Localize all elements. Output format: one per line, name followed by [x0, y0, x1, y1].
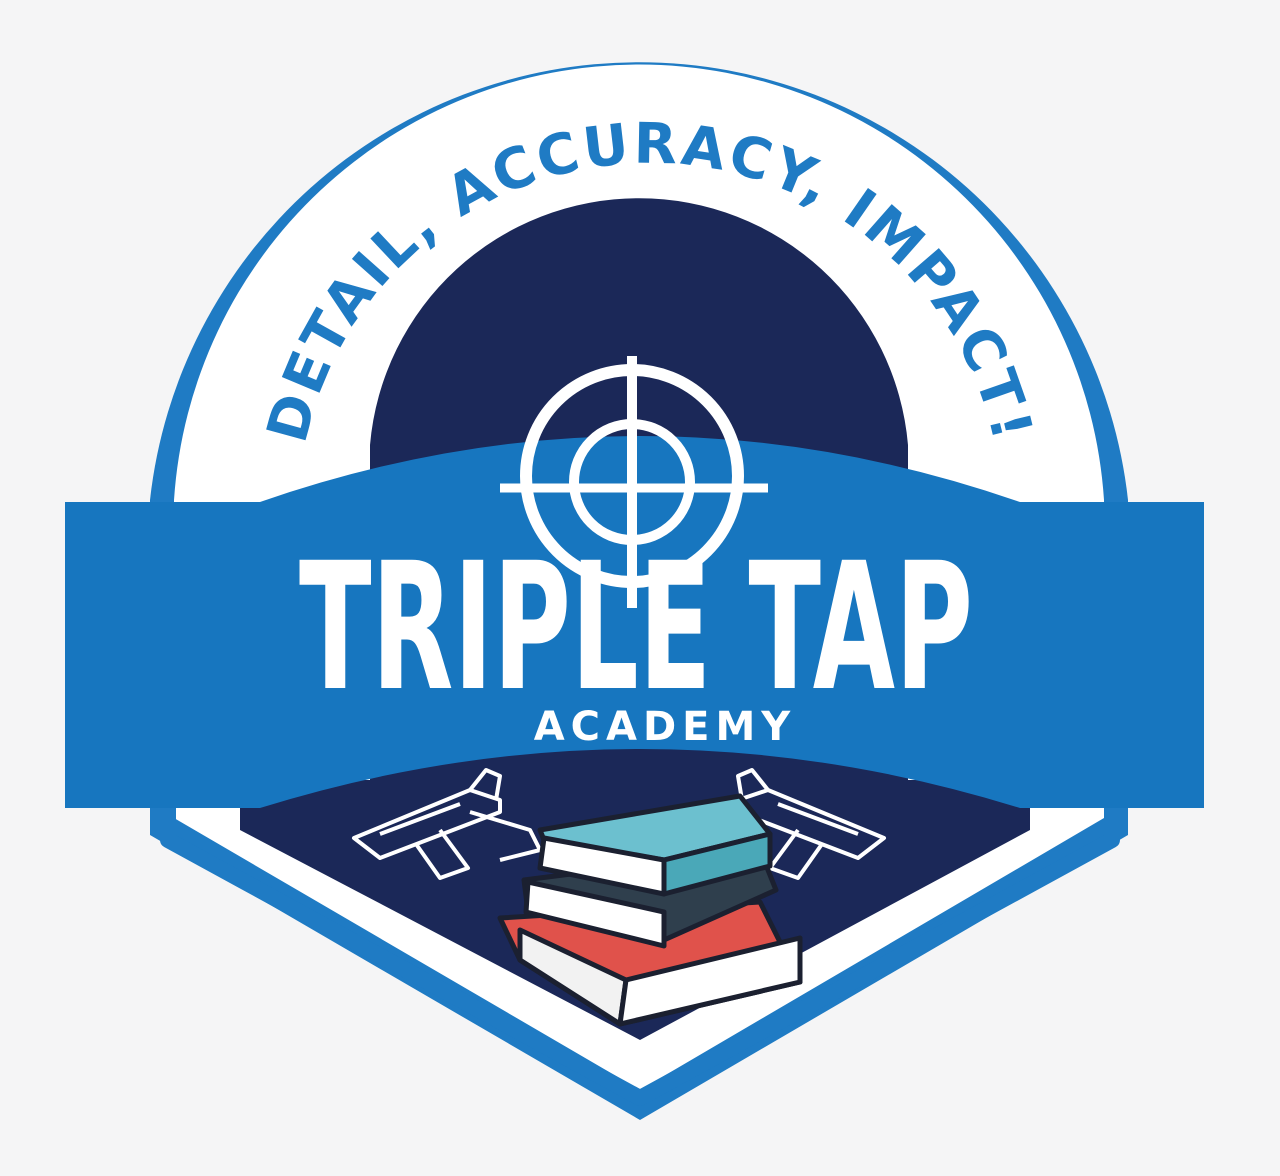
- logo-svg: DETAIL, ACCURACY, IMPACT! TRIPLE TAP ACA…: [65, 62, 1204, 1121]
- academy-subtitle: ACADEMY: [534, 704, 797, 750]
- academy-name: TRIPLE TAP: [299, 525, 973, 730]
- logo-badge: DETAIL, ACCURACY, IMPACT! TRIPLE TAP ACA…: [0, 0, 1280, 1172]
